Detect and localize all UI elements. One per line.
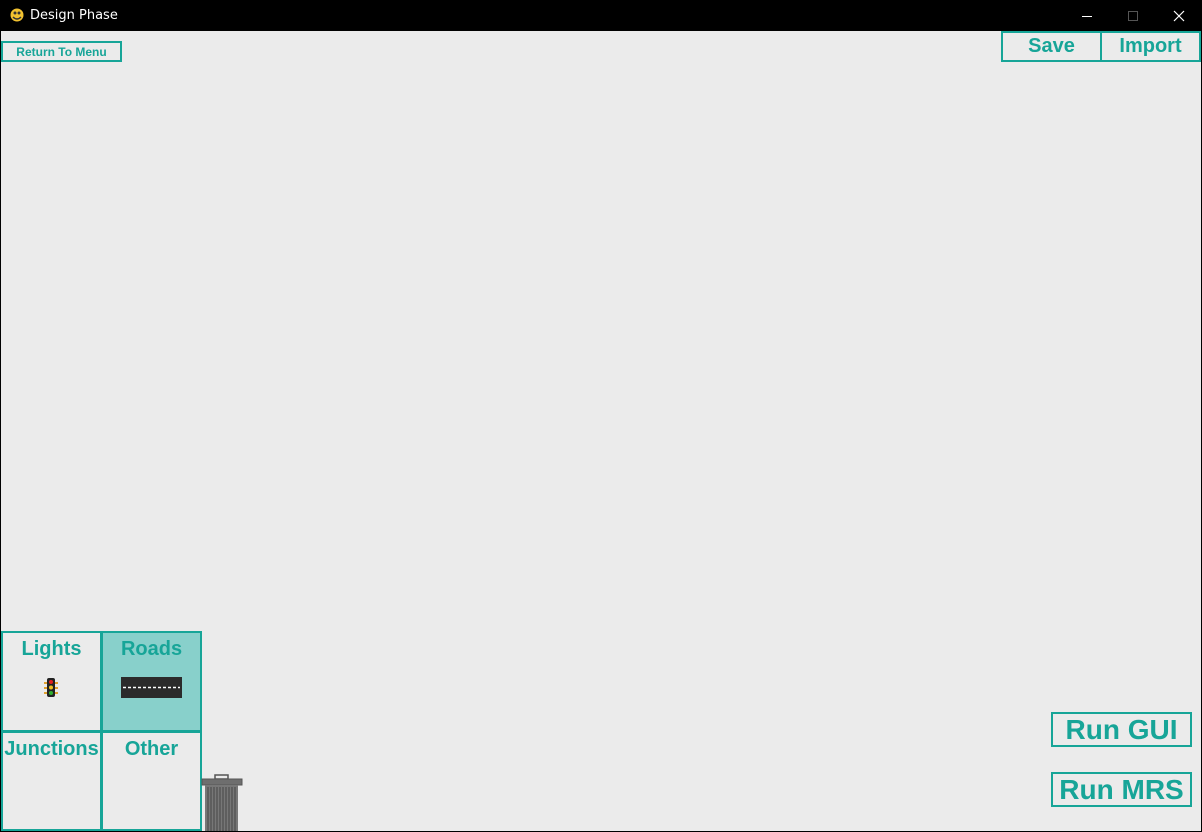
close-icon bbox=[1173, 10, 1185, 21]
palette-tile-label: Junctions bbox=[4, 738, 99, 760]
palette-tile-roads[interactable]: Roads bbox=[101, 631, 202, 732]
title-bar: Design Phase bbox=[0, 0, 1202, 31]
palette-tile-lights[interactable]: Lights bbox=[1, 631, 102, 732]
return-to-menu-button[interactable]: Return To Menu bbox=[1, 41, 122, 62]
maximize-icon bbox=[1128, 10, 1138, 21]
save-button[interactable]: Save bbox=[1001, 31, 1102, 62]
maximize-button[interactable] bbox=[1110, 0, 1156, 31]
trash-can-icon[interactable] bbox=[201, 774, 243, 831]
traffic-light-icon bbox=[44, 678, 58, 697]
road-icon bbox=[121, 677, 182, 698]
palette-tile-label: Roads bbox=[120, 638, 183, 660]
minimize-icon bbox=[1082, 15, 1092, 17]
design-canvas[interactable]: Return To Menu Save Import Lights Roads bbox=[1, 31, 1201, 831]
import-button[interactable]: Import bbox=[1100, 31, 1201, 62]
palette-tile-label: Other bbox=[124, 738, 179, 760]
minimize-button[interactable] bbox=[1064, 0, 1110, 31]
run-mrs-button[interactable]: Run MRS bbox=[1051, 772, 1192, 807]
pygame-snake-icon bbox=[10, 8, 24, 22]
palette-tile-other[interactable]: Other bbox=[101, 731, 202, 831]
palette-tile-junctions[interactable]: Junctions bbox=[1, 731, 102, 831]
run-gui-button[interactable]: Run GUI bbox=[1051, 712, 1192, 747]
window-title: Design Phase bbox=[30, 8, 118, 23]
close-button[interactable] bbox=[1156, 0, 1202, 31]
palette-tile-label: Lights bbox=[21, 638, 82, 660]
